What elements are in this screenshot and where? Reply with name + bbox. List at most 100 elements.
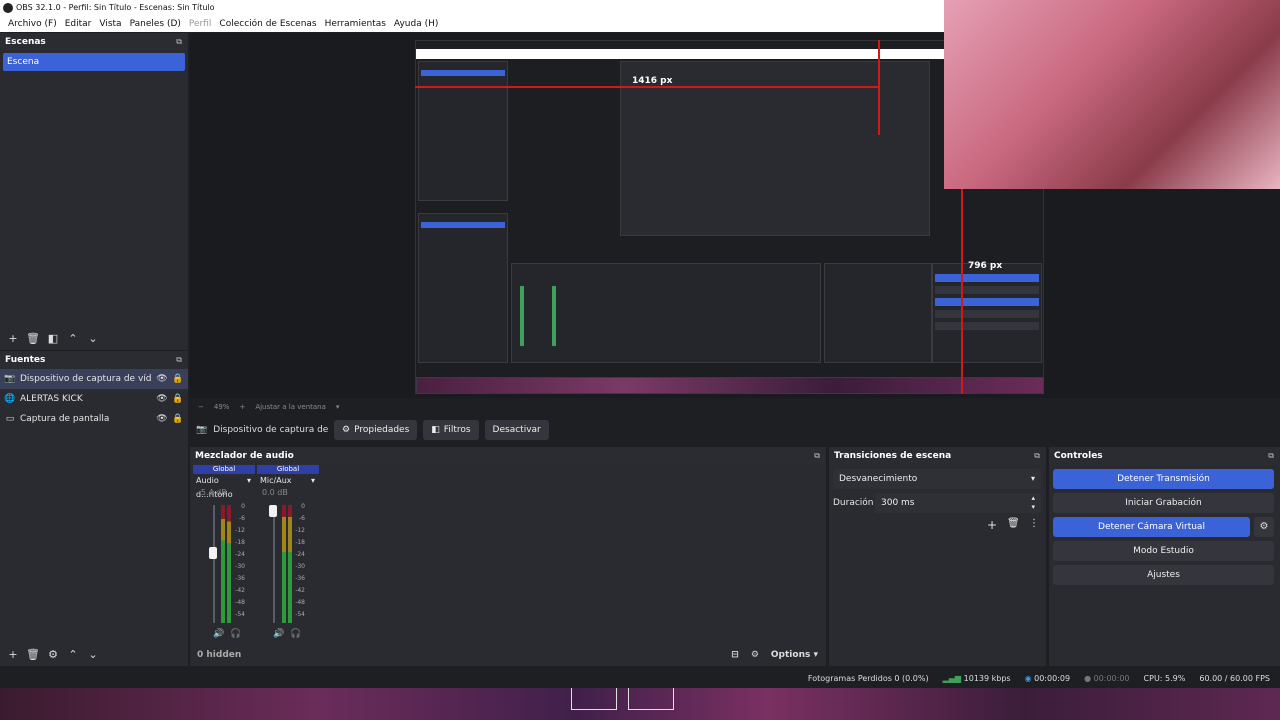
lock-icon[interactable]: 🔒	[172, 414, 184, 424]
record-icon: ●	[1084, 673, 1092, 683]
nested-taskbar	[416, 377, 1044, 394]
filter-icon: ◧	[431, 425, 440, 435]
measure-height-label: 796 px	[968, 261, 1003, 271]
stop-streaming-button[interactable]: Detener Transmisión	[1053, 469, 1274, 489]
lock-icon[interactable]: 🔒	[172, 394, 184, 404]
speaker-icon[interactable]: 🔊	[273, 629, 284, 639]
trash-icon[interactable]: 🗑	[1007, 518, 1020, 529]
scenes-dock-title: Escenas ⧉	[0, 33, 188, 51]
options-button[interactable]: Options ▾	[771, 650, 818, 660]
add-icon[interactable]: +	[987, 518, 997, 532]
volume-slider-handle[interactable]	[209, 547, 217, 559]
add-icon[interactable]: +	[6, 332, 20, 345]
add-icon[interactable]: +	[6, 648, 20, 661]
source-item-video-capture[interactable]: 📷 Dispositivo de captura de vídeo 👁 🔒	[0, 369, 188, 389]
menu-perfil[interactable]: Perfil	[185, 19, 216, 29]
chevron-up-icon[interactable]: ⌃	[66, 332, 80, 345]
taskbar-window-thumb[interactable]	[571, 688, 617, 710]
measure-width-label: 1416 px	[632, 76, 673, 86]
properties-button[interactable]: ⚙ Propiedades	[334, 420, 418, 440]
gear-icon[interactable]: ⚙	[46, 648, 60, 661]
volume-slider-track[interactable]	[273, 505, 275, 623]
menu-herramientas[interactable]: Herramientas	[321, 19, 390, 29]
scenes-dock: Escenas ⧉ Escena + 🗑 ◧ ⌃ ⌄	[0, 33, 188, 350]
undock-icon[interactable]: ⧉	[176, 351, 182, 369]
bitrate: ▂▄▆ 10139 kbps	[942, 673, 1011, 683]
virtual-camera-settings-gear-icon[interactable]: ⚙	[1254, 517, 1274, 537]
guide-line-vertical	[961, 189, 963, 394]
zoom-level: 49%	[213, 403, 230, 411]
sources-dock: Fuentes ⧉ 📷 Dispositivo de captura de ví…	[0, 351, 188, 666]
undock-icon[interactable]: ⧉	[1034, 447, 1040, 465]
scene-item[interactable]: Escena	[3, 53, 185, 71]
stop-virtual-camera-button[interactable]: Detener Cámara Virtual	[1053, 517, 1250, 537]
eye-icon[interactable]: 👁	[156, 394, 168, 404]
chevron-down-icon[interactable]: ⌄	[86, 648, 100, 661]
hidden-count: 0 hidden	[197, 650, 242, 660]
deactivate-button[interactable]: Desactivar	[484, 420, 549, 440]
menu-coleccion-escenas[interactable]: Colección de Escenas	[215, 19, 320, 29]
zoom-out-icon[interactable]: −	[198, 403, 204, 411]
mixer-dock-title: Mezclador de audio ⧉	[190, 447, 826, 465]
layout-toggle-icon[interactable]: ⊟	[731, 650, 739, 660]
menu-paneles[interactable]: Paneles (D)	[126, 19, 185, 29]
camera-icon: 📷	[196, 425, 208, 435]
window-title: OBS 32.1.0 - Perfil: Sin Título - Escena…	[16, 3, 215, 12]
transitions-dock-title: Transiciones de escena ⧉	[829, 447, 1046, 465]
filters-button[interactable]: ◧ Filtros	[423, 420, 479, 440]
dropdown-icon[interactable]: ▾	[247, 474, 251, 488]
audio-meter	[221, 505, 225, 623]
camera-icon: 📷	[4, 374, 16, 384]
chevron-down-icon[interactable]: ⌄	[86, 332, 100, 345]
context-source: 📷 Dispositivo de captura de v	[196, 425, 328, 435]
controls-dock: Controles ⧉ Detener Transmisión Iniciar …	[1049, 447, 1280, 666]
channel-name[interactable]: Audio d...ritorio ▾	[193, 474, 255, 499]
menu-ayuda[interactable]: Ayuda (H)	[390, 19, 442, 29]
source-item-alertas-kick[interactable]: 🌐 ALERTAS KICK 👁 🔒	[0, 389, 188, 409]
preview-zoom-bar: − 49% + Ajustar a la ventana ▾	[190, 400, 830, 414]
undock-icon[interactable]: ⧉	[814, 447, 820, 465]
source-item-screen-capture[interactable]: ▭ Captura de pantalla 👁 🔒	[0, 409, 188, 429]
spin-arrows-icon[interactable]: ▴ ▾	[1031, 494, 1035, 512]
fit-window-label[interactable]: Ajustar a la ventana	[255, 403, 326, 411]
chevron-up-icon[interactable]: ⌃	[66, 648, 80, 661]
source-context-bar: 📷 Dispositivo de captura de v ⚙ Propieda…	[190, 418, 1280, 442]
advanced-audio-icon[interactable]: ⚙	[751, 650, 759, 660]
dropped-frames: Fotogramas Perdidos 0 (0.0%)	[807, 673, 929, 683]
volume-slider-handle[interactable]	[269, 505, 277, 517]
trash-icon[interactable]: 🗑	[26, 648, 40, 661]
mixer-footer: 0 hidden ⊟ ⚙ Options ▾	[190, 644, 826, 666]
dropdown-icon[interactable]: ▾	[311, 474, 315, 488]
more-icon[interactable]: ⋮	[1029, 518, 1039, 529]
nested-transitions	[824, 263, 932, 363]
start-recording-button[interactable]: Iniciar Grabación	[1053, 493, 1274, 513]
status-bar: Fotogramas Perdidos 0 (0.0%) ▂▄▆ 10139 k…	[0, 668, 1280, 688]
menu-vista[interactable]: Vista	[95, 19, 125, 29]
undock-icon[interactable]: ⧉	[1268, 447, 1274, 465]
undock-icon[interactable]: ⧉	[176, 33, 182, 51]
cpu-usage: CPU: 5.9%	[1143, 673, 1186, 683]
channel-header: Global	[257, 465, 319, 474]
settings-button[interactable]: Ajustes	[1053, 565, 1274, 585]
filter-icon[interactable]: ◧	[46, 332, 60, 345]
headphones-icon[interactable]: 🎧	[290, 629, 301, 639]
taskbar-window-thumb[interactable]	[628, 688, 674, 710]
headphones-icon[interactable]: 🎧	[230, 629, 241, 639]
speaker-icon[interactable]: 🔊	[213, 629, 224, 639]
trash-icon[interactable]: 🗑	[26, 332, 40, 345]
volume-slider-track[interactable]	[213, 505, 215, 623]
menu-editar[interactable]: Editar	[61, 19, 96, 29]
nested-mixer	[511, 263, 821, 363]
studio-mode-button[interactable]: Modo Estudio	[1053, 541, 1274, 561]
lock-icon[interactable]: 🔒	[172, 374, 184, 384]
eye-icon[interactable]: 👁	[156, 374, 168, 384]
duration-spinbox[interactable]: 300 ms ▴ ▾	[875, 493, 1041, 513]
channel-name[interactable]: Mic/Aux ▾	[257, 474, 319, 488]
zoom-dropdown-icon[interactable]: ▾	[336, 403, 340, 411]
signal-bars-icon: ▂▄▆	[942, 673, 962, 683]
zoom-in-icon[interactable]: +	[239, 403, 245, 411]
eye-icon[interactable]: 👁	[156, 414, 168, 424]
menu-archivo[interactable]: Archivo (F)	[4, 19, 61, 29]
transition-select[interactable]: Desvanecimiento ▾	[833, 469, 1041, 489]
webcam-source[interactable]	[944, 0, 1280, 189]
